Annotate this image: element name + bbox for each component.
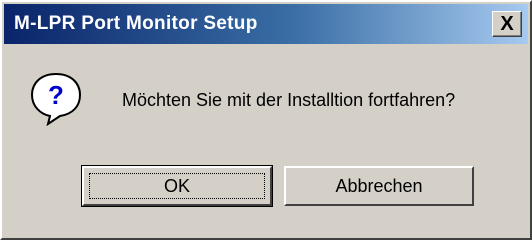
question-icon: ? [30,72,82,126]
svg-text:?: ? [48,80,64,110]
cancel-button[interactable]: Abbrechen [284,166,474,206]
title-bar[interactable]: M-LPR Port Monitor Setup X [4,4,528,44]
close-icon: X [500,13,514,35]
cancel-button-label: Abbrechen [335,175,423,196]
close-button[interactable]: X [492,11,522,37]
dialog-window: M-LPR Port Monitor Setup X ? Möchten Sie… [0,0,532,240]
dialog-message: Möchten Sie mit der Installtion fortfahr… [122,90,456,110]
window-title: M-LPR Port Monitor Setup [14,13,258,34]
focus-rectangle [89,173,265,199]
ok-button[interactable]: OK [81,165,273,207]
